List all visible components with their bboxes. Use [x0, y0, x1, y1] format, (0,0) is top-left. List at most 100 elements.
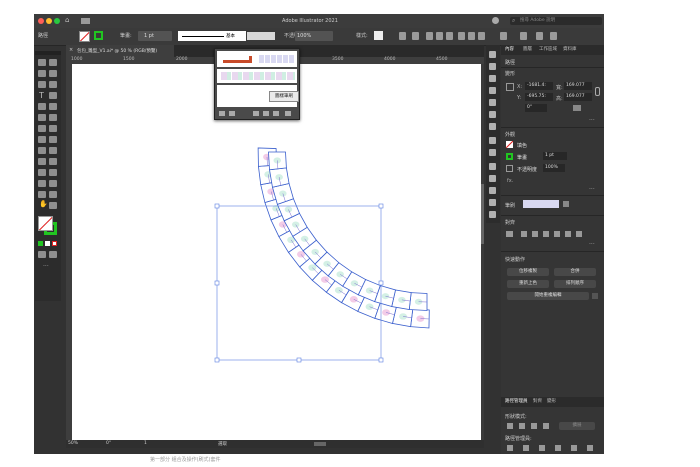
unite-button[interactable]: 合併 [554, 268, 596, 276]
fill-swatch[interactable] [79, 31, 90, 42]
merge-icon[interactable] [539, 445, 545, 451]
curvature-tool-icon[interactable] [49, 81, 57, 88]
magic-wand-tool-icon[interactable] [38, 70, 46, 77]
gradient-panel-icon[interactable] [489, 149, 496, 156]
symbol-sprayer-tool-icon[interactable] [38, 180, 46, 187]
offset-path-button[interactable]: 位移複製 [507, 268, 549, 276]
close-tab-icon[interactable]: × [69, 47, 73, 53]
brushes-icon[interactable] [489, 87, 496, 94]
graphic-styles-icon[interactable] [489, 123, 496, 130]
rectangle-tool-icon[interactable] [38, 103, 46, 110]
workspace-icon[interactable] [81, 18, 90, 24]
tab-properties[interactable]: 內容 [505, 45, 514, 55]
panel-align-middle-icon[interactable] [565, 231, 571, 237]
tab-layers[interactable]: 圖層 [523, 45, 532, 55]
stroke-swatch[interactable] [94, 31, 103, 40]
none-mode-icon[interactable] [52, 241, 57, 246]
appearance-stroke-swatch[interactable] [506, 153, 513, 160]
selection-tool-icon[interactable] [38, 59, 46, 66]
align-more-icon[interactable]: ··· [589, 241, 595, 248]
minus-front-icon[interactable] [519, 423, 525, 429]
opacity-swatch[interactable] [506, 165, 513, 172]
character-icon[interactable] [489, 187, 496, 194]
brush-menu-icon[interactable] [563, 201, 569, 207]
transform-icon[interactable] [500, 32, 507, 40]
brush-library-menu-icon[interactable] [219, 111, 225, 116]
appearance-stroke-weight[interactable]: 1 pt [543, 152, 567, 160]
artboard-number[interactable]: 1 [144, 441, 147, 446]
search-box[interactable]: ⌕ 搜尋 Adobe 說明 [510, 17, 602, 25]
perspective-tool-icon[interactable] [49, 147, 57, 154]
type-tool-icon[interactable]: T [39, 92, 44, 100]
intersect-icon[interactable] [531, 423, 537, 429]
symbols-icon[interactable] [489, 99, 496, 106]
recolor-button[interactable]: 重新上色 [507, 280, 549, 288]
fx-button[interactable]: fx. [507, 178, 513, 184]
swatches-icon[interactable] [489, 75, 496, 82]
tab-pathfinder[interactable]: 路徑管理員 [505, 397, 528, 407]
eye-icon[interactable] [489, 111, 496, 118]
divide-icon[interactable] [507, 445, 513, 451]
bbox-handle-bl[interactable] [214, 357, 220, 363]
direct-selection-tool-icon[interactable] [49, 59, 57, 66]
brush-selector[interactable] [523, 200, 559, 208]
panel-menu-icon[interactable] [550, 32, 557, 40]
lasso-tool-icon[interactable] [49, 70, 57, 77]
account-icon[interactable] [492, 17, 499, 24]
tab-artboards[interactable]: 工作區域 [539, 45, 557, 55]
appearance-more-icon[interactable]: ··· [589, 186, 595, 193]
align-vcenter-icon[interactable] [468, 32, 475, 40]
zoom-tool-icon[interactable] [49, 202, 57, 209]
tab-libraries[interactable]: 資料庫 [563, 45, 577, 55]
panel-align-center-icon[interactable] [532, 231, 538, 237]
pen-tool-icon[interactable] [38, 81, 46, 88]
tab-align[interactable]: 對齊 [533, 397, 542, 407]
align-top-icon[interactable] [458, 32, 465, 40]
transparency-icon[interactable] [489, 163, 496, 170]
close-window-icon[interactable] [38, 18, 44, 24]
brush-options-icon[interactable] [229, 111, 235, 116]
brush-definition-dropdown[interactable] [247, 32, 275, 40]
align-left-icon[interactable] [426, 32, 433, 40]
rotate-tool-icon[interactable] [38, 125, 46, 132]
delete-brush-icon[interactable] [285, 111, 291, 116]
gradient-tool-icon[interactable] [49, 158, 57, 165]
panel-align-top-icon[interactable] [554, 231, 560, 237]
properties-icon[interactable] [489, 51, 496, 58]
gradient-mode-icon[interactable] [45, 241, 50, 246]
bbox-handle-right[interactable] [378, 280, 384, 286]
scale-tool-icon[interactable] [49, 125, 57, 132]
stroke-weight-field[interactable]: 1 pt [138, 31, 172, 41]
bbox-handle-tr[interactable] [378, 203, 384, 209]
repeat-edit-button[interactable]: 開始重複編輯 [507, 292, 589, 300]
screen-mode-icon[interactable] [49, 251, 57, 258]
minimize-window-icon[interactable] [46, 18, 52, 24]
color-mode-icon[interactable] [38, 241, 43, 246]
align-hcenter-icon[interactable] [436, 32, 443, 40]
reference-point-icon[interactable] [506, 83, 514, 91]
stroke-panel-icon[interactable] [489, 137, 496, 144]
graphic-style-swatch[interactable] [374, 31, 383, 40]
slice-tool-icon[interactable] [49, 191, 57, 198]
artboard-tool-icon[interactable] [38, 191, 46, 198]
bbox-handle-left[interactable] [214, 280, 220, 286]
panel-align-right-icon[interactable] [543, 231, 549, 237]
width-field[interactable]: 169.077 [564, 82, 592, 90]
variable-width-profile[interactable]: 基本 [178, 31, 246, 41]
bbox-handle-tl[interactable] [214, 203, 220, 209]
transform-more-icon[interactable]: ··· [589, 117, 595, 124]
panel-align-bottom-icon[interactable] [576, 231, 582, 237]
horizontal-scroll-thumb[interactable] [314, 442, 326, 446]
appearance-opacity-field[interactable]: 100% [543, 164, 565, 172]
appearance-fill-swatch[interactable] [506, 141, 513, 148]
rotation-field[interactable]: 0° [525, 104, 547, 112]
appearance-icon[interactable] [489, 175, 496, 182]
outline-icon[interactable] [571, 445, 577, 451]
align-icon[interactable] [412, 32, 419, 40]
repeat-dropdown-icon[interactable] [592, 293, 598, 299]
artboard-canvas[interactable] [72, 64, 481, 440]
exclude-icon[interactable] [543, 423, 549, 429]
paragraph-icon[interactable] [489, 199, 496, 206]
brush-info-icon[interactable] [263, 111, 269, 116]
opacity-field[interactable]: 100% [295, 31, 333, 41]
